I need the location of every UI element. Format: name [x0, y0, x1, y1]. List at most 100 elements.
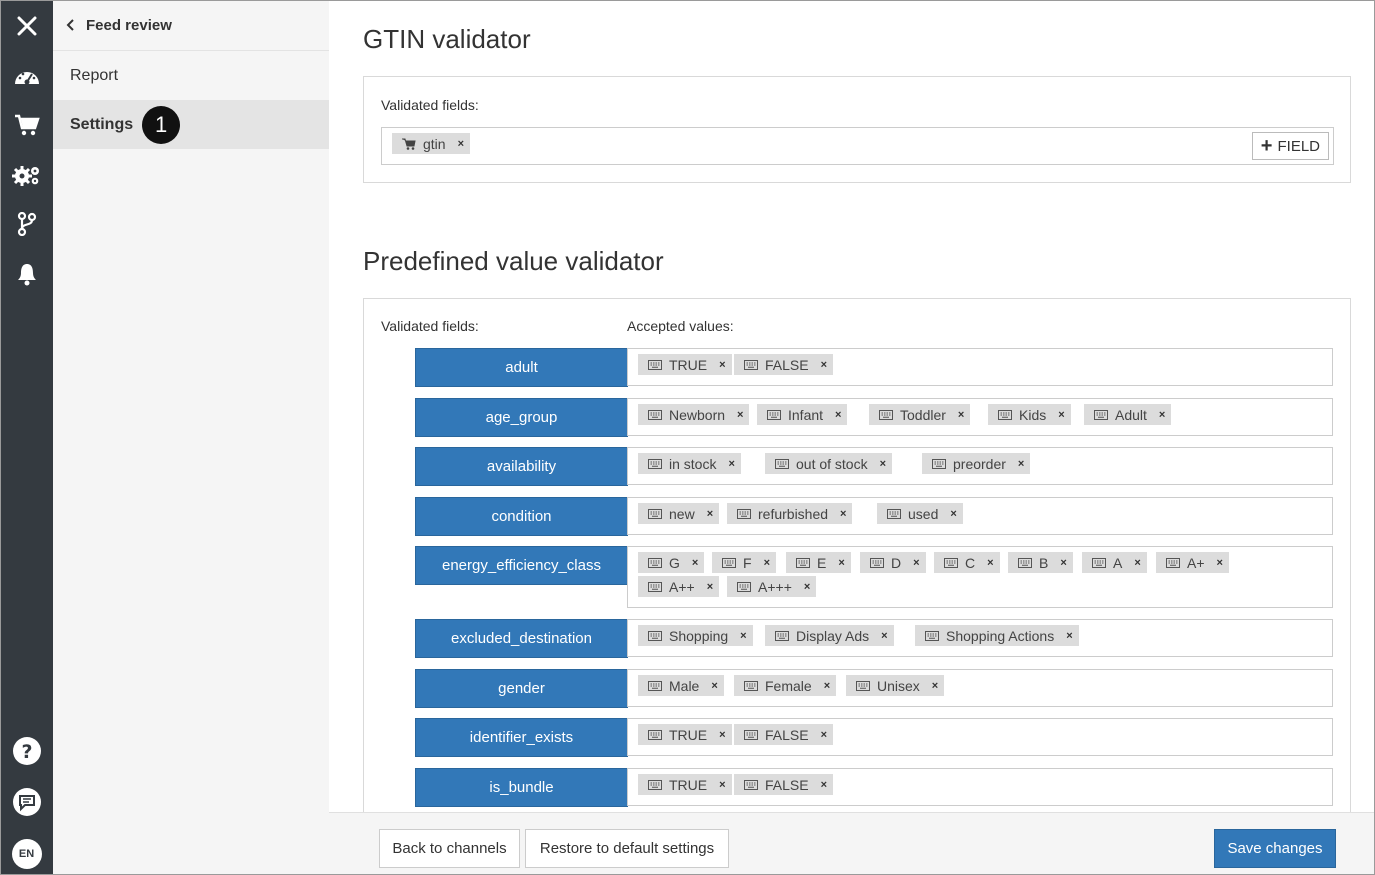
- remove-tag-icon[interactable]: ×: [719, 359, 725, 371]
- gears-icon[interactable]: [0, 155, 53, 195]
- remove-tag-icon[interactable]: ×: [737, 409, 743, 421]
- remove-tag-icon[interactable]: ×: [987, 557, 993, 569]
- accepted-values-input[interactable]: new × refurbished × used ×: [627, 497, 1333, 535]
- back-to-feed-review[interactable]: Feed review: [53, 0, 329, 51]
- remove-tag-icon[interactable]: ×: [711, 680, 717, 692]
- remove-tag-icon[interactable]: ×: [719, 779, 725, 791]
- keyboard-icon: [744, 729, 758, 740]
- remove-tag-icon[interactable]: ×: [880, 458, 886, 470]
- accepted-values-input[interactable]: G × F × E × D × C × B × A × A+ × A++ × A+++ ×: [627, 546, 1333, 608]
- remove-tag-icon[interactable]: ×: [764, 557, 770, 569]
- bell-icon[interactable]: [0, 254, 53, 294]
- value-tag: TRUE ×: [638, 354, 732, 375]
- remove-tag-icon[interactable]: ×: [821, 729, 827, 741]
- branch-icon[interactable]: [0, 204, 53, 244]
- remove-tag-icon[interactable]: ×: [458, 138, 464, 150]
- keyboard-icon: [925, 630, 939, 641]
- remove-tag-icon[interactable]: ×: [1217, 557, 1223, 569]
- validated-field-age-group[interactable]: age_group: [415, 398, 628, 437]
- remove-tag-icon[interactable]: ×: [1159, 409, 1165, 421]
- keyboard-icon: [796, 557, 810, 568]
- predefined-validator-title: Predefined value validator: [363, 246, 664, 276]
- remove-tag-icon[interactable]: ×: [692, 557, 698, 569]
- help-icon[interactable]: ?: [0, 731, 53, 771]
- tag-label: FALSE: [765, 356, 809, 373]
- keyboard-icon: [932, 458, 946, 469]
- validated-field-availability[interactable]: availability: [415, 447, 628, 486]
- remove-tag-icon[interactable]: ×: [821, 779, 827, 791]
- dashboard-icon[interactable]: [0, 56, 53, 96]
- value-tag: Adult ×: [1084, 404, 1172, 425]
- save-changes-button[interactable]: Save changes: [1214, 829, 1336, 868]
- keyboard-icon: [856, 680, 870, 691]
- remove-tag-icon[interactable]: ×: [958, 409, 964, 421]
- accepted-values-input[interactable]: Newborn × Infant × Toddler × Kids × Adult ×: [627, 398, 1333, 436]
- add-field-button[interactable]: + FIELD: [1251, 132, 1329, 160]
- remove-tag-icon[interactable]: ×: [804, 581, 810, 593]
- remove-tag-icon[interactable]: ×: [1060, 557, 1066, 569]
- remove-tag-icon[interactable]: ×: [835, 409, 841, 421]
- remove-tag-icon[interactable]: ×: [932, 680, 938, 692]
- remove-tag-icon[interactable]: ×: [740, 630, 746, 642]
- remove-tag-icon[interactable]: ×: [950, 508, 956, 520]
- scrollbar[interactable]: [1365, 0, 1369, 812]
- validated-field-is-bundle[interactable]: is_bundle: [415, 768, 628, 807]
- value-tag: Female ×: [734, 675, 837, 696]
- remove-tag-icon[interactable]: ×: [881, 630, 887, 642]
- remove-tag-icon[interactable]: ×: [707, 581, 713, 593]
- remove-tag-icon[interactable]: ×: [913, 557, 919, 569]
- accepted-values-input[interactable]: TRUE × FALSE ×: [627, 348, 1333, 386]
- value-tag: E ×: [786, 552, 851, 573]
- remove-tag-icon[interactable]: ×: [728, 458, 734, 470]
- accepted-values-input[interactable]: in stock × out of stock × preorder ×: [627, 447, 1333, 485]
- keyboard-icon: [648, 581, 662, 592]
- accepted-values-input[interactable]: TRUE × FALSE ×: [627, 718, 1333, 756]
- remove-tag-icon[interactable]: ×: [821, 359, 827, 371]
- svg-text:?: ?: [21, 741, 32, 763]
- keyboard-icon: [648, 409, 662, 420]
- close-icon[interactable]: [0, 6, 53, 46]
- accepted-values-input[interactable]: Shopping × Display Ads × Shopping Actions ×: [627, 619, 1333, 657]
- remove-tag-icon[interactable]: ×: [719, 729, 725, 741]
- value-tag: refurbished ×: [727, 503, 853, 524]
- restore-defaults-button[interactable]: Restore to default settings: [525, 829, 729, 868]
- tag-label: new: [669, 505, 695, 522]
- tag-label: used: [908, 505, 939, 522]
- validated-field-energy-efficiency-class[interactable]: energy_efficiency_class: [415, 546, 628, 585]
- chat-icon[interactable]: [0, 782, 53, 822]
- remove-tag-icon[interactable]: ×: [1134, 557, 1140, 569]
- keyboard-icon: [648, 508, 662, 519]
- value-tag: Newborn ×: [638, 404, 750, 425]
- sidebar-item-settings[interactable]: Settings 1: [53, 100, 329, 149]
- gtin-validator-title: GTIN validator: [363, 24, 531, 54]
- accepted-values-input[interactable]: Male × Female × Unisex ×: [627, 669, 1333, 707]
- language-switcher[interactable]: EN: [0, 834, 53, 874]
- keyboard-icon: [887, 508, 901, 519]
- remove-tag-icon[interactable]: ×: [840, 508, 846, 520]
- sidebar-item-label: Settings: [70, 115, 134, 133]
- accepted-values-input[interactable]: TRUE × FALSE ×: [627, 768, 1333, 806]
- remove-tag-icon[interactable]: ×: [824, 680, 830, 692]
- keyboard-icon: [648, 630, 662, 641]
- validated-field-adult[interactable]: adult: [415, 348, 628, 387]
- sidebar-item-report[interactable]: Report: [53, 51, 329, 100]
- keyboard-icon: [998, 409, 1012, 420]
- remove-tag-icon[interactable]: ×: [1018, 458, 1024, 470]
- validated-field-identifier-exists[interactable]: identifier_exists: [415, 718, 628, 757]
- remove-tag-icon[interactable]: ×: [1066, 630, 1072, 642]
- tag-label: preorder: [953, 455, 1006, 472]
- remove-tag-icon[interactable]: ×: [838, 557, 844, 569]
- tag-label: TRUE: [669, 726, 708, 743]
- keyboard-icon: [1092, 557, 1106, 568]
- remove-tag-icon[interactable]: ×: [707, 508, 713, 520]
- value-tag: out of stock ×: [765, 453, 893, 474]
- back-to-channels-button[interactable]: Back to channels: [379, 829, 520, 868]
- cart-icon[interactable]: [0, 105, 53, 145]
- validated-field-excluded-destination[interactable]: excluded_destination: [415, 619, 628, 658]
- validated-field-condition[interactable]: condition: [415, 497, 628, 536]
- validated-field-gender[interactable]: gender: [415, 669, 628, 708]
- remove-tag-icon[interactable]: ×: [1058, 409, 1064, 421]
- tag-label: A: [1113, 554, 1123, 571]
- gtin-fields-input[interactable]: gtin × + FIELD: [381, 127, 1334, 165]
- keyboard-icon: [944, 557, 958, 568]
